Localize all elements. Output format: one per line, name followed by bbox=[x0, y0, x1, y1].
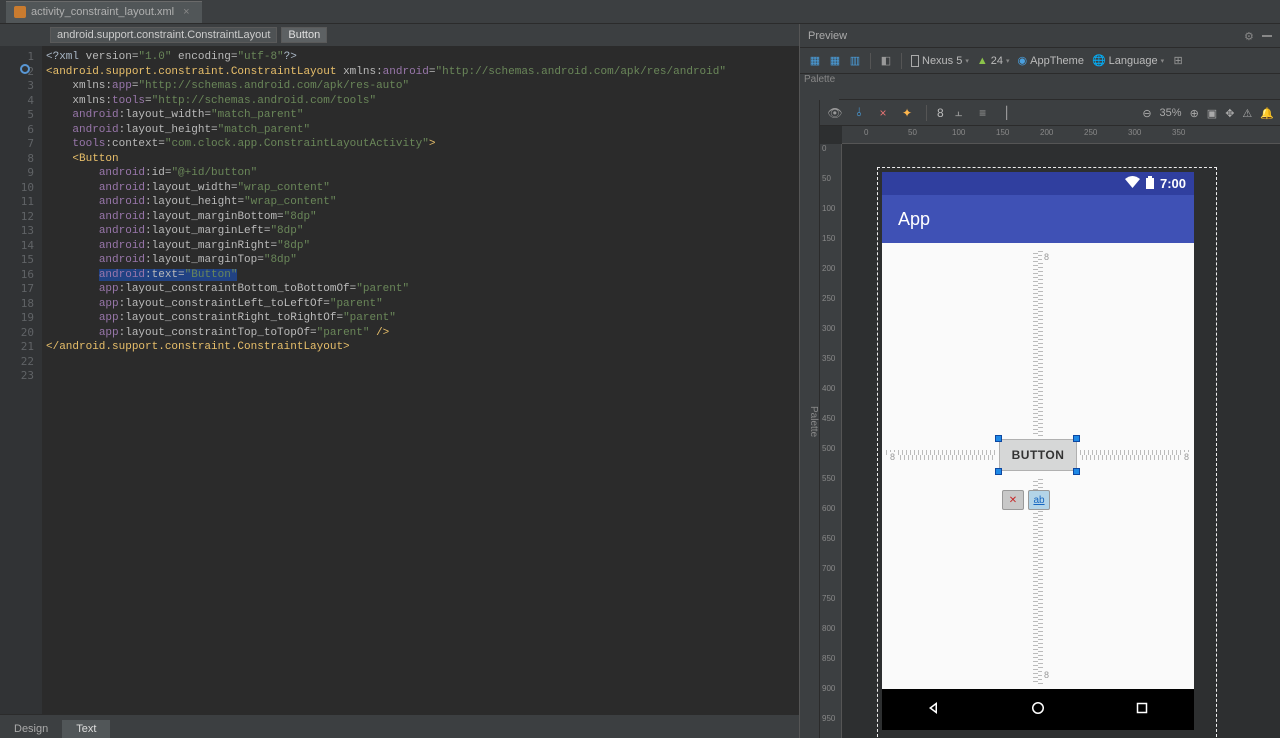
preview-header: Preview ⚙ bbox=[800, 24, 1280, 48]
blueprint-view-icon[interactable]: ▦ bbox=[826, 52, 844, 70]
autoconnect-icon[interactable]: × bbox=[874, 104, 892, 122]
editor-pane: android.support.constraint.ConstraintLay… bbox=[0, 24, 800, 738]
breadcrumb: android.support.constraint.ConstraintLay… bbox=[0, 24, 799, 46]
notifications-icon[interactable]: 🔔 bbox=[1260, 107, 1274, 120]
preview-pane: Preview ⚙ ▦ ▦ ▥ ◧ Nexus 5▾ ▲24▾ ◉AppThem… bbox=[800, 24, 1280, 738]
guideline-icon[interactable]: ⎮ bbox=[998, 104, 1016, 122]
device-screen[interactable]: 7:00 App 8 8 8 8 B bbox=[882, 172, 1194, 689]
selection-handle[interactable] bbox=[995, 468, 1002, 475]
ruler-horizontal: 050100150200250300350 bbox=[842, 126, 1280, 144]
preview-canvas[interactable]: 👁 ⫰ × ✦ 8 ⫠ ≡ ⎮ ⊖ 35% ⊕ ▣ ✥ ⚠ bbox=[820, 100, 1280, 738]
breadcrumb-root[interactable]: android.support.constraint.ConstraintLay… bbox=[50, 27, 277, 43]
xml-file-icon bbox=[14, 6, 26, 18]
align-icon[interactable]: ≡ bbox=[974, 104, 992, 122]
tab-design[interactable]: Design bbox=[0, 720, 62, 738]
infer-icon[interactable]: ✦ bbox=[898, 104, 916, 122]
constraint-spring-right bbox=[1080, 450, 1190, 460]
baseline-button[interactable]: ab bbox=[1028, 490, 1050, 510]
minimize-icon[interactable] bbox=[1262, 35, 1272, 37]
preview-title: Preview bbox=[808, 30, 847, 42]
zoom-out-icon[interactable]: ⊖ bbox=[1142, 107, 1151, 120]
device-selector[interactable]: Nexus 5▾ bbox=[908, 55, 972, 67]
file-tab[interactable]: activity_constraint_layout.xml × bbox=[6, 1, 202, 23]
selection-handle[interactable] bbox=[1073, 468, 1080, 475]
bottom-tabs: Design Text bbox=[0, 714, 799, 738]
margin-label-top: 8 bbox=[1042, 252, 1051, 262]
theme-selector[interactable]: ◉AppTheme bbox=[1015, 54, 1087, 67]
status-bar: 7:00 bbox=[882, 172, 1194, 195]
gear-icon[interactable]: ⚙ bbox=[1244, 30, 1256, 42]
default-margin[interactable]: 8 bbox=[937, 106, 944, 120]
code-editor[interactable]: <?xml version="1.0" encoding="utf-8"?><a… bbox=[42, 46, 799, 714]
variants-icon[interactable]: ⊞ bbox=[1169, 52, 1187, 70]
preview-toolbar-2: Palette bbox=[800, 74, 1280, 100]
constraint-spring-top bbox=[1033, 250, 1043, 436]
delete-constraint-button[interactable]: ✕ bbox=[1002, 490, 1024, 510]
constraint-spring-left bbox=[886, 450, 996, 460]
design-view-icon[interactable]: ▦ bbox=[806, 52, 824, 70]
margin-label-left: 8 bbox=[888, 452, 897, 462]
close-icon[interactable]: × bbox=[183, 6, 189, 18]
selection-handle[interactable] bbox=[1073, 435, 1080, 442]
preview-toolbar-1: ▦ ▦ ▥ ◧ Nexus 5▾ ▲24▾ ◉AppTheme 🌐Languag… bbox=[800, 48, 1280, 74]
nav-bar bbox=[882, 689, 1194, 730]
editor-tabstrip: activity_constraint_layout.xml × bbox=[0, 0, 1280, 24]
pack-icon[interactable]: ⫠ bbox=[950, 104, 968, 122]
ruler-vertical: 0501001502002503003504004505005506006507… bbox=[820, 144, 842, 738]
battery-icon bbox=[1146, 176, 1154, 192]
eye-icon[interactable]: 👁 bbox=[826, 104, 844, 122]
margin-label-bottom: 8 bbox=[1042, 670, 1051, 680]
breadcrumb-selected[interactable]: Button bbox=[281, 27, 327, 43]
orientation-icon[interactable]: ◧ bbox=[877, 52, 895, 70]
zoom-in-icon[interactable]: ⊕ bbox=[1190, 107, 1199, 120]
margin-label-right: 8 bbox=[1182, 452, 1191, 462]
both-view-icon[interactable]: ▥ bbox=[846, 52, 864, 70]
tab-text[interactable]: Text bbox=[62, 720, 110, 738]
preview-button-widget[interactable]: BUTTON bbox=[999, 439, 1077, 471]
selection-handle[interactable] bbox=[995, 435, 1002, 442]
file-tab-label: activity_constraint_layout.xml bbox=[31, 6, 174, 18]
wifi-icon bbox=[1125, 176, 1140, 191]
device-frame: 7:00 App 8 8 8 8 B bbox=[882, 172, 1194, 730]
palette-tab[interactable]: Palette bbox=[800, 100, 820, 738]
back-icon[interactable] bbox=[925, 699, 943, 720]
home-icon[interactable] bbox=[1029, 699, 1047, 720]
zoom-label: 35% bbox=[1160, 107, 1182, 119]
api-selector[interactable]: ▲24▾ bbox=[974, 55, 1013, 67]
warnings-icon[interactable]: ⚠ bbox=[1242, 107, 1252, 120]
line-gutter: 1234567891011121314151617181920212223 bbox=[0, 46, 42, 714]
zoom-fit-icon[interactable]: ▣ bbox=[1207, 107, 1217, 120]
palette-strip[interactable]: Palette bbox=[800, 74, 839, 100]
pan-icon[interactable]: ✥ bbox=[1225, 107, 1234, 120]
recents-icon[interactable] bbox=[1133, 699, 1151, 720]
status-time: 7:00 bbox=[1160, 176, 1186, 191]
magnet-icon[interactable]: ⫰ bbox=[850, 104, 868, 122]
app-bar: App bbox=[882, 195, 1194, 243]
language-selector[interactable]: 🌐Language▾ bbox=[1089, 54, 1167, 67]
app-title: App bbox=[898, 209, 930, 230]
gutter-annotation-icon[interactable] bbox=[20, 64, 30, 74]
